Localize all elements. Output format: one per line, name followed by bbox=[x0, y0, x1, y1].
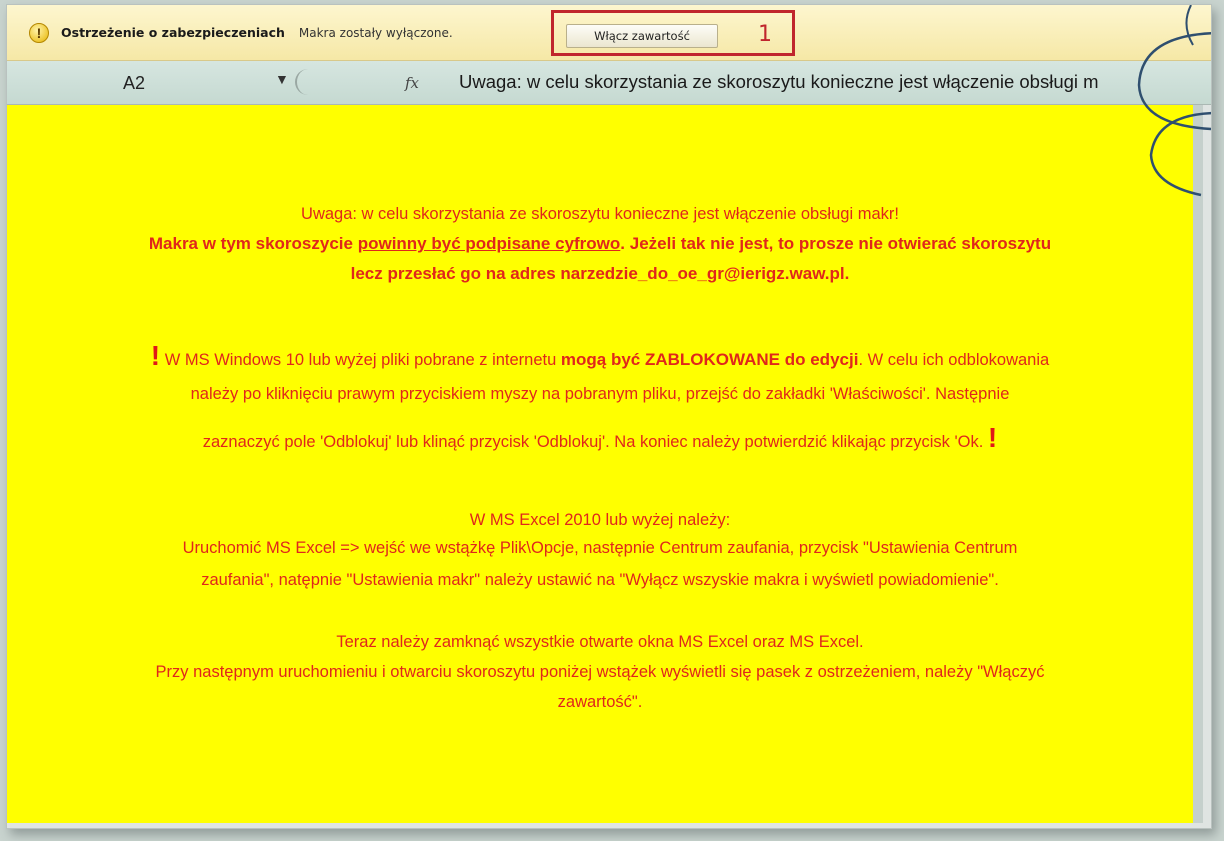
line-enable-content: zawartość". bbox=[557, 693, 643, 711]
enable-content-button[interactable]: Włącz zawartość bbox=[566, 24, 718, 48]
signed-macros-underlined: powinny być podpisane cyfrowo bbox=[357, 234, 621, 253]
callout-number: 1 bbox=[758, 22, 772, 47]
line-properties-tab: należy po kliknięciu prawym przyciskiem … bbox=[190, 385, 1010, 403]
formula-separator bbox=[295, 69, 317, 95]
blocked-emphasis: mogą być ZABLOKOWANE do edycji bbox=[560, 350, 859, 369]
line-close-windows: Teraz należy zamknąć wszystkie otwarte o… bbox=[336, 633, 864, 651]
line-trust-center: Uruchomić MS Excel => wejść we wstążkę P… bbox=[182, 539, 1018, 557]
line-windows-blocked: ! W MS Windows 10 lub wyżej pliki pobran… bbox=[150, 340, 1050, 371]
line-next-launch: Przy następnym uruchomieniu i otwarciu s… bbox=[155, 663, 1045, 681]
exclamation-icon: ! bbox=[150, 340, 161, 371]
line-macro-settings: zaufania", natępnie "Ustawienia makr" na… bbox=[201, 571, 999, 589]
name-box[interactable]: A2 ▼ bbox=[7, 67, 307, 99]
enable-content-highlight: Włącz zawartość 1 bbox=[551, 10, 795, 56]
formula-bar: A2 ▼ fx Uwaga: w celu skorzystania ze sk… bbox=[7, 61, 1211, 105]
exclamation-icon: ! bbox=[987, 422, 998, 453]
security-warning-bar: ! Ostrzeżenie o zabezpieczeniach Makra z… bbox=[7, 5, 1211, 61]
cell-reference: A2 bbox=[123, 73, 146, 93]
line-signed-macros: Makra w tym skoroszycie powinny być podp… bbox=[148, 234, 1052, 253]
line-unblock: zaznaczyć pole 'Odblokuj' lub klinąć prz… bbox=[202, 422, 998, 453]
insert-function-icon[interactable]: fx bbox=[405, 74, 419, 92]
line-send-address: lecz przesłać go na adres narzedzie_do_o… bbox=[350, 264, 850, 283]
excel-window: ! Ostrzeżenie o zabezpieczeniach Makra z… bbox=[6, 4, 1212, 829]
chevron-down-icon[interactable]: ▼ bbox=[275, 71, 289, 87]
shield-warning-icon: ! bbox=[29, 22, 49, 43]
macros-disabled-message: Makra zostały wyłączone. bbox=[298, 25, 453, 40]
line-excel-heading: W MS Excel 2010 lub wyżej należy: bbox=[469, 511, 731, 529]
security-warning-title: Ostrzeżenie o zabezpieczeniach bbox=[61, 25, 285, 40]
worksheet-grid[interactable]: Uwaga: w celu skorzystania ze skoroszytu… bbox=[7, 105, 1203, 823]
formula-input[interactable]: Uwaga: w celu skorzystania ze skoroszytu… bbox=[447, 66, 1211, 100]
line-macro-notice: Uwaga: w celu skorzystania ze skoroszytu… bbox=[301, 205, 899, 223]
